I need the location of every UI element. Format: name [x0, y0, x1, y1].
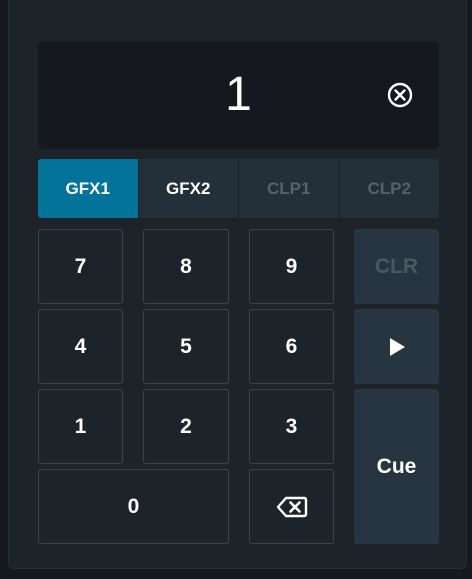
play-icon [389, 337, 405, 356]
clear-display-button[interactable] [387, 82, 413, 108]
key-0[interactable]: 0 [38, 469, 229, 544]
key-5[interactable]: 5 [143, 309, 229, 384]
key-9[interactable]: 9 [249, 229, 334, 304]
key-7[interactable]: 7 [38, 229, 123, 304]
tab-clp1[interactable]: CLP1 [239, 159, 340, 218]
tab-gfx2[interactable]: GFX2 [138, 159, 239, 218]
key-3[interactable]: 3 [249, 389, 334, 464]
key-8[interactable]: 8 [143, 229, 229, 304]
number-display: 1 [38, 41, 439, 149]
play-button[interactable] [354, 309, 439, 384]
key-2[interactable]: 2 [143, 389, 229, 464]
tab-clp2[interactable]: CLP2 [339, 159, 439, 218]
key-6[interactable]: 6 [249, 309, 334, 384]
tab-gfx1[interactable]: GFX1 [38, 159, 139, 218]
circle-x-icon [387, 82, 413, 108]
channel-tabs: GFX1 GFX2 CLP1 CLP2 [38, 159, 439, 218]
key-1[interactable]: 1 [38, 389, 123, 464]
key-4[interactable]: 4 [38, 309, 123, 384]
cue-button[interactable]: Cue [354, 389, 439, 544]
clear-button[interactable]: CLR [354, 229, 439, 304]
backspace-icon [276, 496, 307, 517]
backspace-button[interactable] [249, 469, 334, 544]
display-value: 1 [225, 68, 252, 121]
